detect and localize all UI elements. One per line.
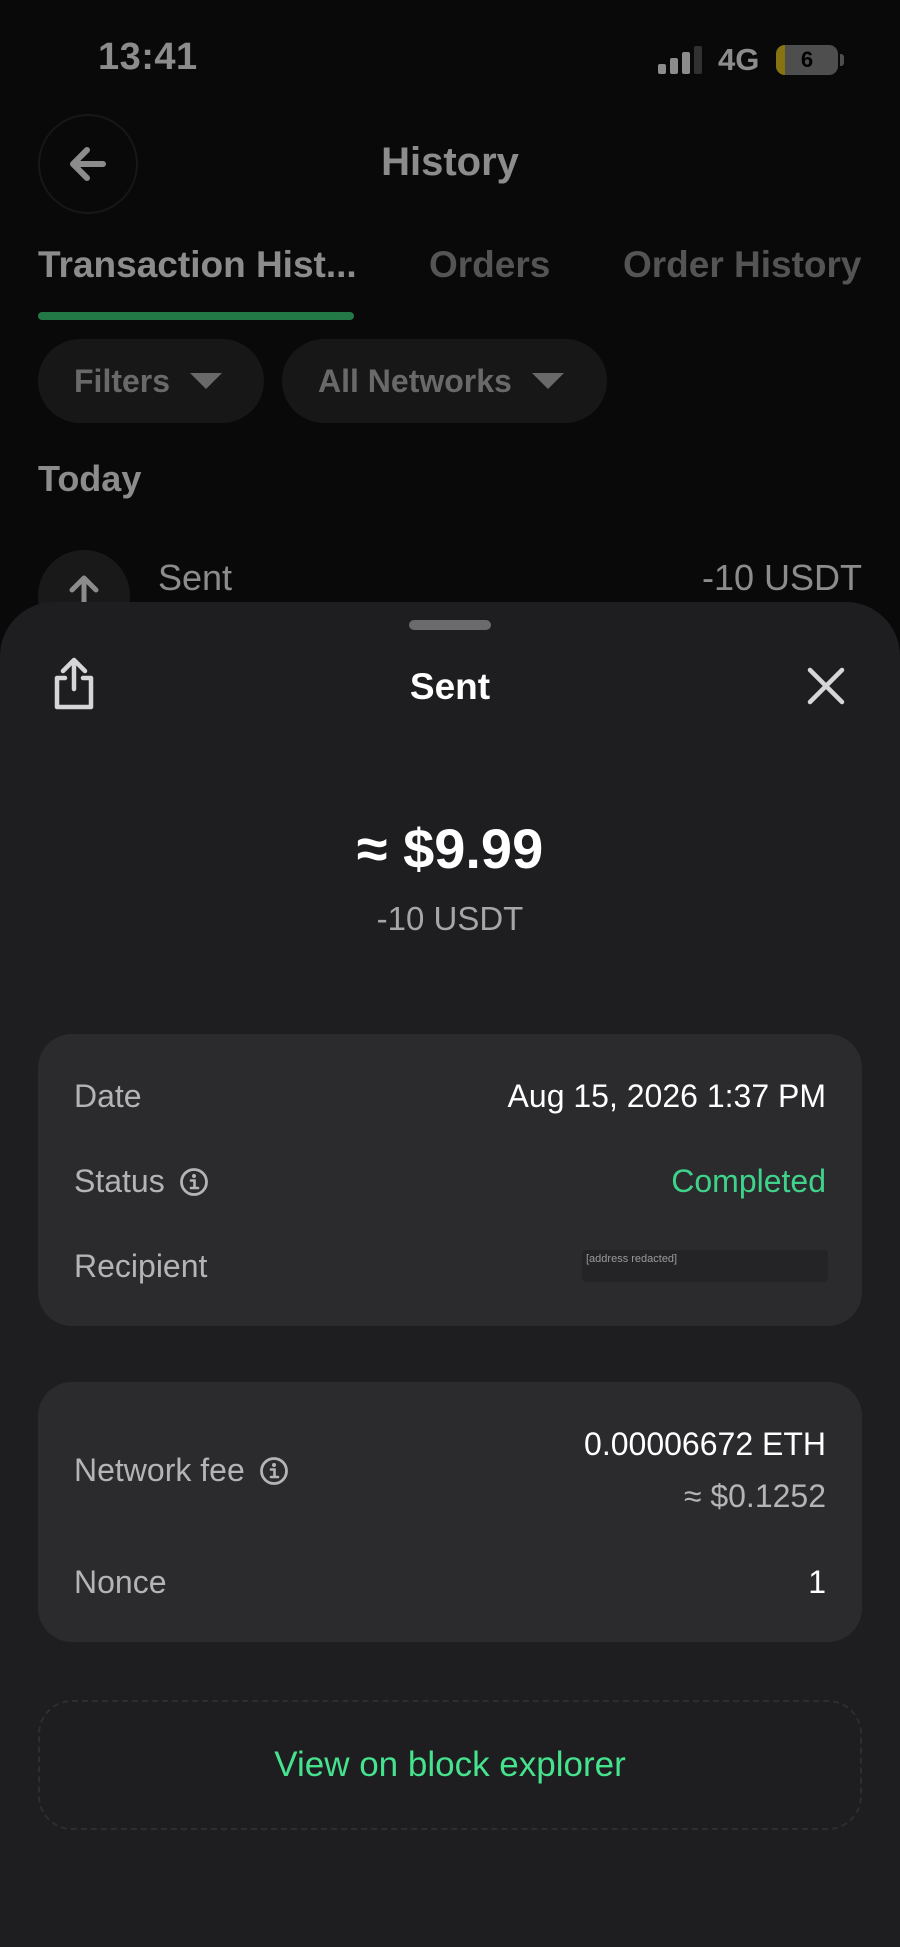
- network-fee-eth: 0.00006672 ETH: [584, 1426, 826, 1462]
- details-card: Date Aug 15, 2026 1:37 PM Status Complet…: [38, 1034, 862, 1326]
- nonce-label-text: Nonce: [74, 1564, 167, 1600]
- recipient-address[interactable]: [address redacted]: [582, 1250, 828, 1282]
- close-button[interactable]: [796, 656, 856, 716]
- date-label: Date: [74, 1078, 142, 1115]
- date-value: Aug 15, 2026 1:37 PM: [507, 1078, 826, 1114]
- recipient-label: Recipient: [74, 1248, 207, 1285]
- view-on-explorer-label: View on block explorer: [274, 1745, 626, 1784]
- fee-card: Network fee 0.00006672 ETH ≈ $0.1252 Non…: [38, 1382, 862, 1642]
- network-fee-label-text: Network fee: [74, 1452, 245, 1488]
- amount-token: -10 USDT: [376, 900, 524, 937]
- sheet-title: Sent: [409, 666, 491, 707]
- status-label-text: Status: [74, 1163, 165, 1199]
- status-badge: Completed: [671, 1163, 826, 1199]
- date-label-text: Date: [74, 1078, 142, 1114]
- nonce-value: 1: [808, 1564, 826, 1600]
- sheet-grabber[interactable]: [409, 620, 491, 630]
- info-icon[interactable]: [179, 1167, 209, 1197]
- amount-usd: ≈ $9.99: [356, 817, 544, 880]
- network-fee-usd: ≈ $0.1252: [683, 1478, 826, 1514]
- network-fee-label: Network fee: [74, 1452, 289, 1489]
- status-label: Status: [74, 1163, 209, 1200]
- recipient-label-text: Recipient: [74, 1248, 208, 1284]
- transaction-detail-sheet: Sent ≈ $9.99 -10 USDT Date Aug 15, 2026 …: [0, 602, 900, 1947]
- view-on-explorer-button[interactable]: View on block explorer: [38, 1700, 862, 1830]
- info-icon[interactable]: [259, 1456, 289, 1486]
- nonce-label: Nonce: [74, 1564, 167, 1601]
- close-icon: [807, 667, 845, 705]
